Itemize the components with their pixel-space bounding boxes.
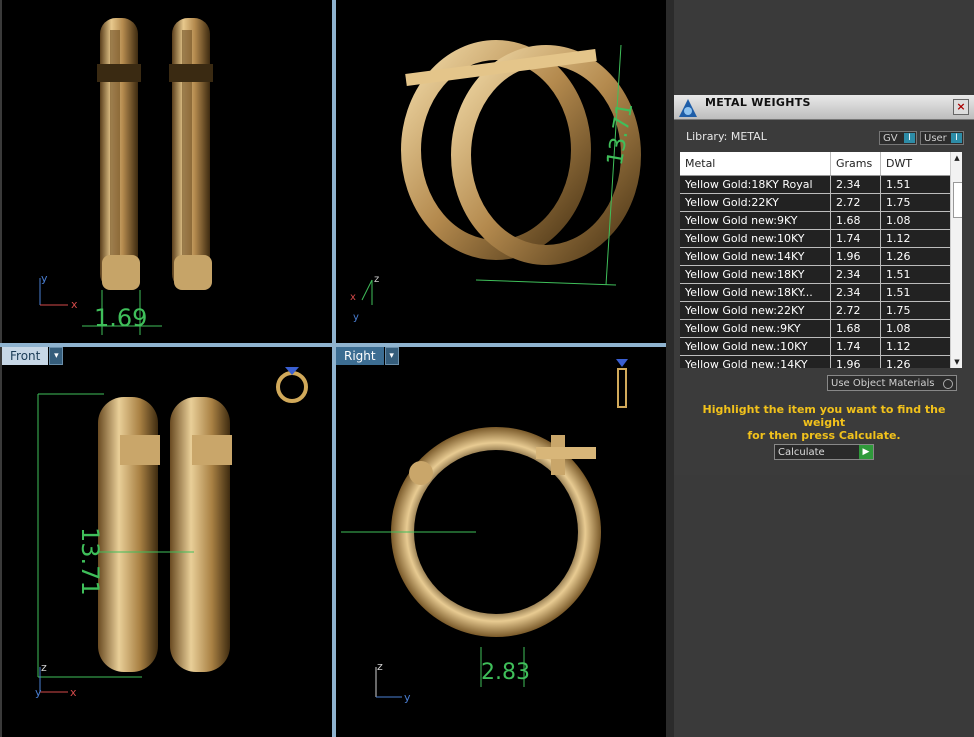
instruction-line-1: Highlight the item you want to find the … [702,403,946,429]
dwt-cell: 1.26 [886,358,911,368]
table-row[interactable]: Yellow Gold new:18KY 2.34 1.51 [680,266,950,284]
viewport-right[interactable]: Right ▾ 2.83 z y [336,347,666,737]
table-row[interactable]: Yellow Gold new.:14KY 1.96 1.26 [680,356,950,368]
axis-y-label: y [35,686,42,699]
top-view-render: y x 1.69 [39,18,213,335]
axis-x-label: x [70,686,77,699]
table-row[interactable]: Yellow Gold new:9KY 1.68 1.08 [680,212,950,230]
scroll-up-icon[interactable]: ▲ [951,152,962,164]
front-view-render: 13.71 z x y [35,367,308,699]
panel-title-bar[interactable]: METAL WEIGHTS × [674,95,974,120]
metal-name-cell: Yellow Gold new:14KY [685,250,805,263]
axis-y-label: y [404,691,411,704]
viewport-front[interactable]: Front ▾ 13.71 z x y [2,347,332,737]
gv-toggle-switch[interactable]: I [904,133,915,143]
dwt-cell: 1.51 [886,178,911,191]
metal-name-cell: Yellow Gold new:18KY... [685,286,813,299]
calculate-button[interactable]: Calculate ▶ [774,444,874,460]
metal-weights-logo-icon [679,99,697,117]
right-dimension-label: 2.83 [481,660,530,685]
dwt-cell: 1.12 [886,340,911,353]
calculate-label: Calculate [778,447,825,458]
instruction-text: Highlight the item you want to find the … [684,403,964,442]
metal-name-cell: Yellow Gold:22KY [685,196,779,209]
dwt-cell: 1.26 [886,250,911,263]
axis-x-label: x [350,292,356,303]
dwt-cell: 1.08 [886,214,911,227]
top-dimension-label: 1.69 [94,304,147,332]
grams-cell: 1.68 [836,322,861,335]
metal-table-header: Metal Grams DWT [680,152,950,176]
metal-name-cell: Yellow Gold new:18KY [685,268,805,281]
scroll-thumb[interactable] [953,182,962,218]
column-header-dwt[interactable]: DWT [886,157,912,170]
grams-cell: 1.96 [836,250,861,263]
metal-name-cell: Yellow Gold new:10KY [685,232,805,245]
play-icon[interactable]: ▶ [859,445,873,459]
grams-cell: 2.34 [836,268,861,281]
axis-z-label: z [377,660,383,673]
dwt-cell: 1.51 [886,268,911,281]
close-icon[interactable]: × [953,99,969,115]
metal-name-cell: Yellow Gold:18KY Royal [685,178,813,191]
metal-weights-panel: METAL WEIGHTS × Library: METAL GV I User… [674,95,974,475]
dwt-cell: 1.75 [886,304,911,317]
gv-toggle-label: GV [883,133,898,144]
grams-cell: 2.72 [836,304,861,317]
radio-icon[interactable] [943,379,953,389]
table-scrollbar[interactable]: ▲ ▼ [950,152,962,368]
grams-cell: 2.34 [836,286,861,299]
axis-z-label: z [374,274,379,285]
metal-table-body: Yellow Gold:18KY Royal 2.34 1.51 Yellow Gol… [680,176,950,368]
column-header-grams[interactable]: Grams [836,157,872,170]
table-row[interactable]: Yellow Gold new:14KY 1.96 1.26 [680,248,950,266]
panel-title: METAL WEIGHTS [705,96,811,109]
ring-icon [276,367,308,403]
grams-cell: 1.68 [836,214,861,227]
grams-cell: 1.74 [836,232,861,245]
dwt-cell: 1.08 [886,322,911,335]
library-label: Library: METAL [686,130,767,143]
metal-table: Metal Grams DWT Yellow Gold:18KY Royal 2.… [680,152,962,368]
earring-pin-icon [616,359,628,408]
use-object-materials-option[interactable]: Use Object Materials [827,375,957,391]
axis-x-label: x [71,298,78,311]
perspective-view-render: 13.71 z x y [350,40,641,323]
dwt-cell: 1.51 [886,286,911,299]
grams-cell: 2.34 [836,178,861,191]
grams-cell: 1.96 [836,358,861,368]
table-row[interactable]: Yellow Gold:22KY 2.72 1.75 [680,194,950,212]
metal-name-cell: Yellow Gold new.:14KY [685,358,808,368]
use-object-materials-label: Use Object Materials [831,378,935,389]
metal-name-cell: Yellow Gold new.:10KY [685,340,808,353]
viewport-perspective[interactable]: 13.71 z x y [336,0,666,343]
dwt-cell: 1.12 [886,232,911,245]
metal-name-cell: Yellow Gold new.:9KY [685,322,801,335]
viewport-top[interactable]: y x 1.69 [2,0,332,343]
axis-y-label: y [353,312,359,323]
front-dimension-label: 13.71 [76,527,104,596]
dwt-cell: 1.75 [886,196,911,209]
table-row[interactable]: Yellow Gold new:22KY 2.72 1.75 [680,302,950,320]
scroll-down-icon[interactable]: ▼ [951,356,962,368]
grams-cell: 2.72 [836,196,861,209]
table-row[interactable]: Yellow Gold:18KY Royal 2.34 1.51 [680,176,950,194]
user-toggle[interactable]: User I [920,131,964,145]
metal-name-cell: Yellow Gold new:22KY [685,304,805,317]
axis-y-label: y [41,272,48,285]
grams-cell: 1.74 [836,340,861,353]
column-header-metal[interactable]: Metal [685,157,715,170]
table-row[interactable]: Yellow Gold new:10KY 1.74 1.12 [680,230,950,248]
table-row[interactable]: Yellow Gold new.:9KY 1.68 1.08 [680,320,950,338]
user-toggle-label: User [924,133,947,144]
table-row[interactable]: Yellow Gold new.:10KY 1.74 1.12 [680,338,950,356]
metal-name-cell: Yellow Gold new:9KY [685,214,798,227]
instruction-line-2: for then press Calculate. [747,429,901,442]
gv-toggle[interactable]: GV I [879,131,917,145]
axis-z-label: z [41,661,47,674]
user-toggle-switch[interactable]: I [951,133,962,143]
viewport-edge [666,0,674,737]
table-row[interactable]: Yellow Gold new:18KY... 2.34 1.51 [680,284,950,302]
right-view-render: 2.83 z y [341,359,628,704]
